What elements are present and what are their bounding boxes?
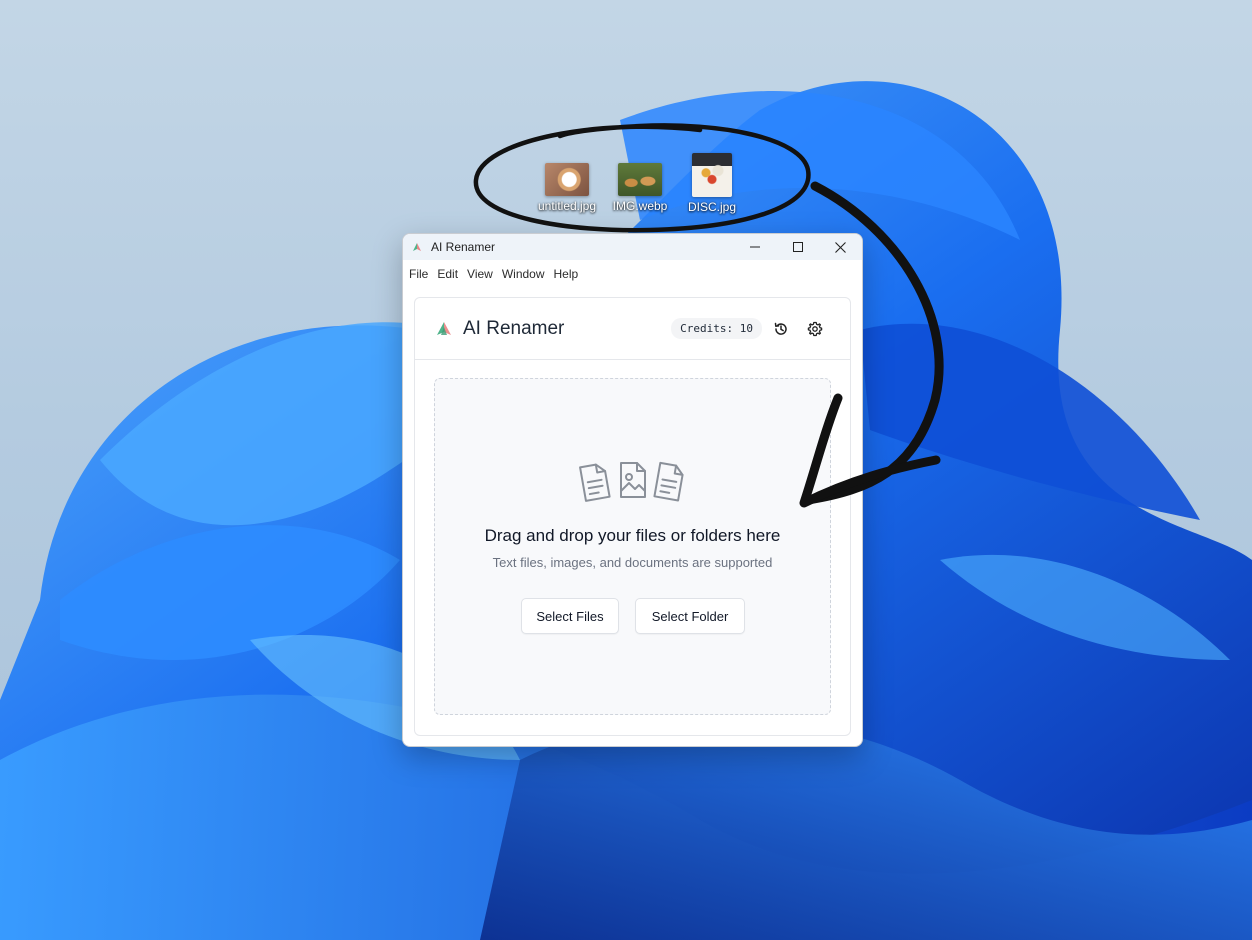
menu-edit[interactable]: Edit [436,267,463,281]
title-bar[interactable]: AI Renamer [403,234,862,260]
photo-file-icon [545,163,589,196]
select-folder-button[interactable]: Select Folder [635,598,745,634]
menu-help[interactable]: Help [553,267,584,281]
menu-bar: File Edit View Window Help [403,260,862,287]
close-button[interactable] [819,234,862,260]
desktop: untitled.jpg IMG.webp DISC.jpg AI Rename… [0,0,1252,940]
photo-file-icon [618,163,662,196]
main-card: AI Renamer Credits: 10 Drag and drop you… [414,297,851,736]
dropzone-subtitle: Text files, images, and documents are su… [492,555,773,570]
credits-badge: Credits: 10 [671,318,762,339]
menu-file[interactable]: File [408,267,433,281]
dropzone-title: Drag and drop your files or folders here [484,526,781,545]
select-files-button[interactable]: Select Files [521,598,619,634]
maximize-icon [792,242,803,252]
minimize-button[interactable] [733,234,776,260]
app-logo-icon [437,321,451,335]
photo-file-icon [692,153,732,197]
app-window: AI Renamer File Edit View Window Help AI… [402,233,863,747]
files-illustration-icon [579,461,684,502]
close-icon [835,241,846,253]
desktop-file-label: DISC.jpg [687,200,737,214]
history-icon [774,322,787,335]
app-logo-icon [403,242,431,252]
brand: AI Renamer [435,318,671,340]
desktop-file-label: untitled.jpg [537,199,597,213]
menu-view[interactable]: View [466,267,498,281]
app-header: AI Renamer Credits: 10 [415,298,850,360]
file-dropzone[interactable]: Drag and drop your files or folders here… [434,378,831,715]
minimize-icon [749,246,760,248]
window-title: AI Renamer [431,240,496,254]
desktop-file-label: IMG.webp [612,199,668,213]
gear-icon [807,321,823,336]
history-button[interactable] [766,314,796,344]
maximize-button[interactable] [776,234,819,260]
menu-window[interactable]: Window [501,267,550,281]
desktop-file-untitled[interactable]: untitled.jpg [530,163,604,213]
desktop-file-img[interactable]: IMG.webp [603,163,677,213]
settings-button[interactable] [800,314,830,344]
brand-name: AI Renamer [463,317,565,339]
desktop-file-disc[interactable]: DISC.jpg [675,153,749,214]
